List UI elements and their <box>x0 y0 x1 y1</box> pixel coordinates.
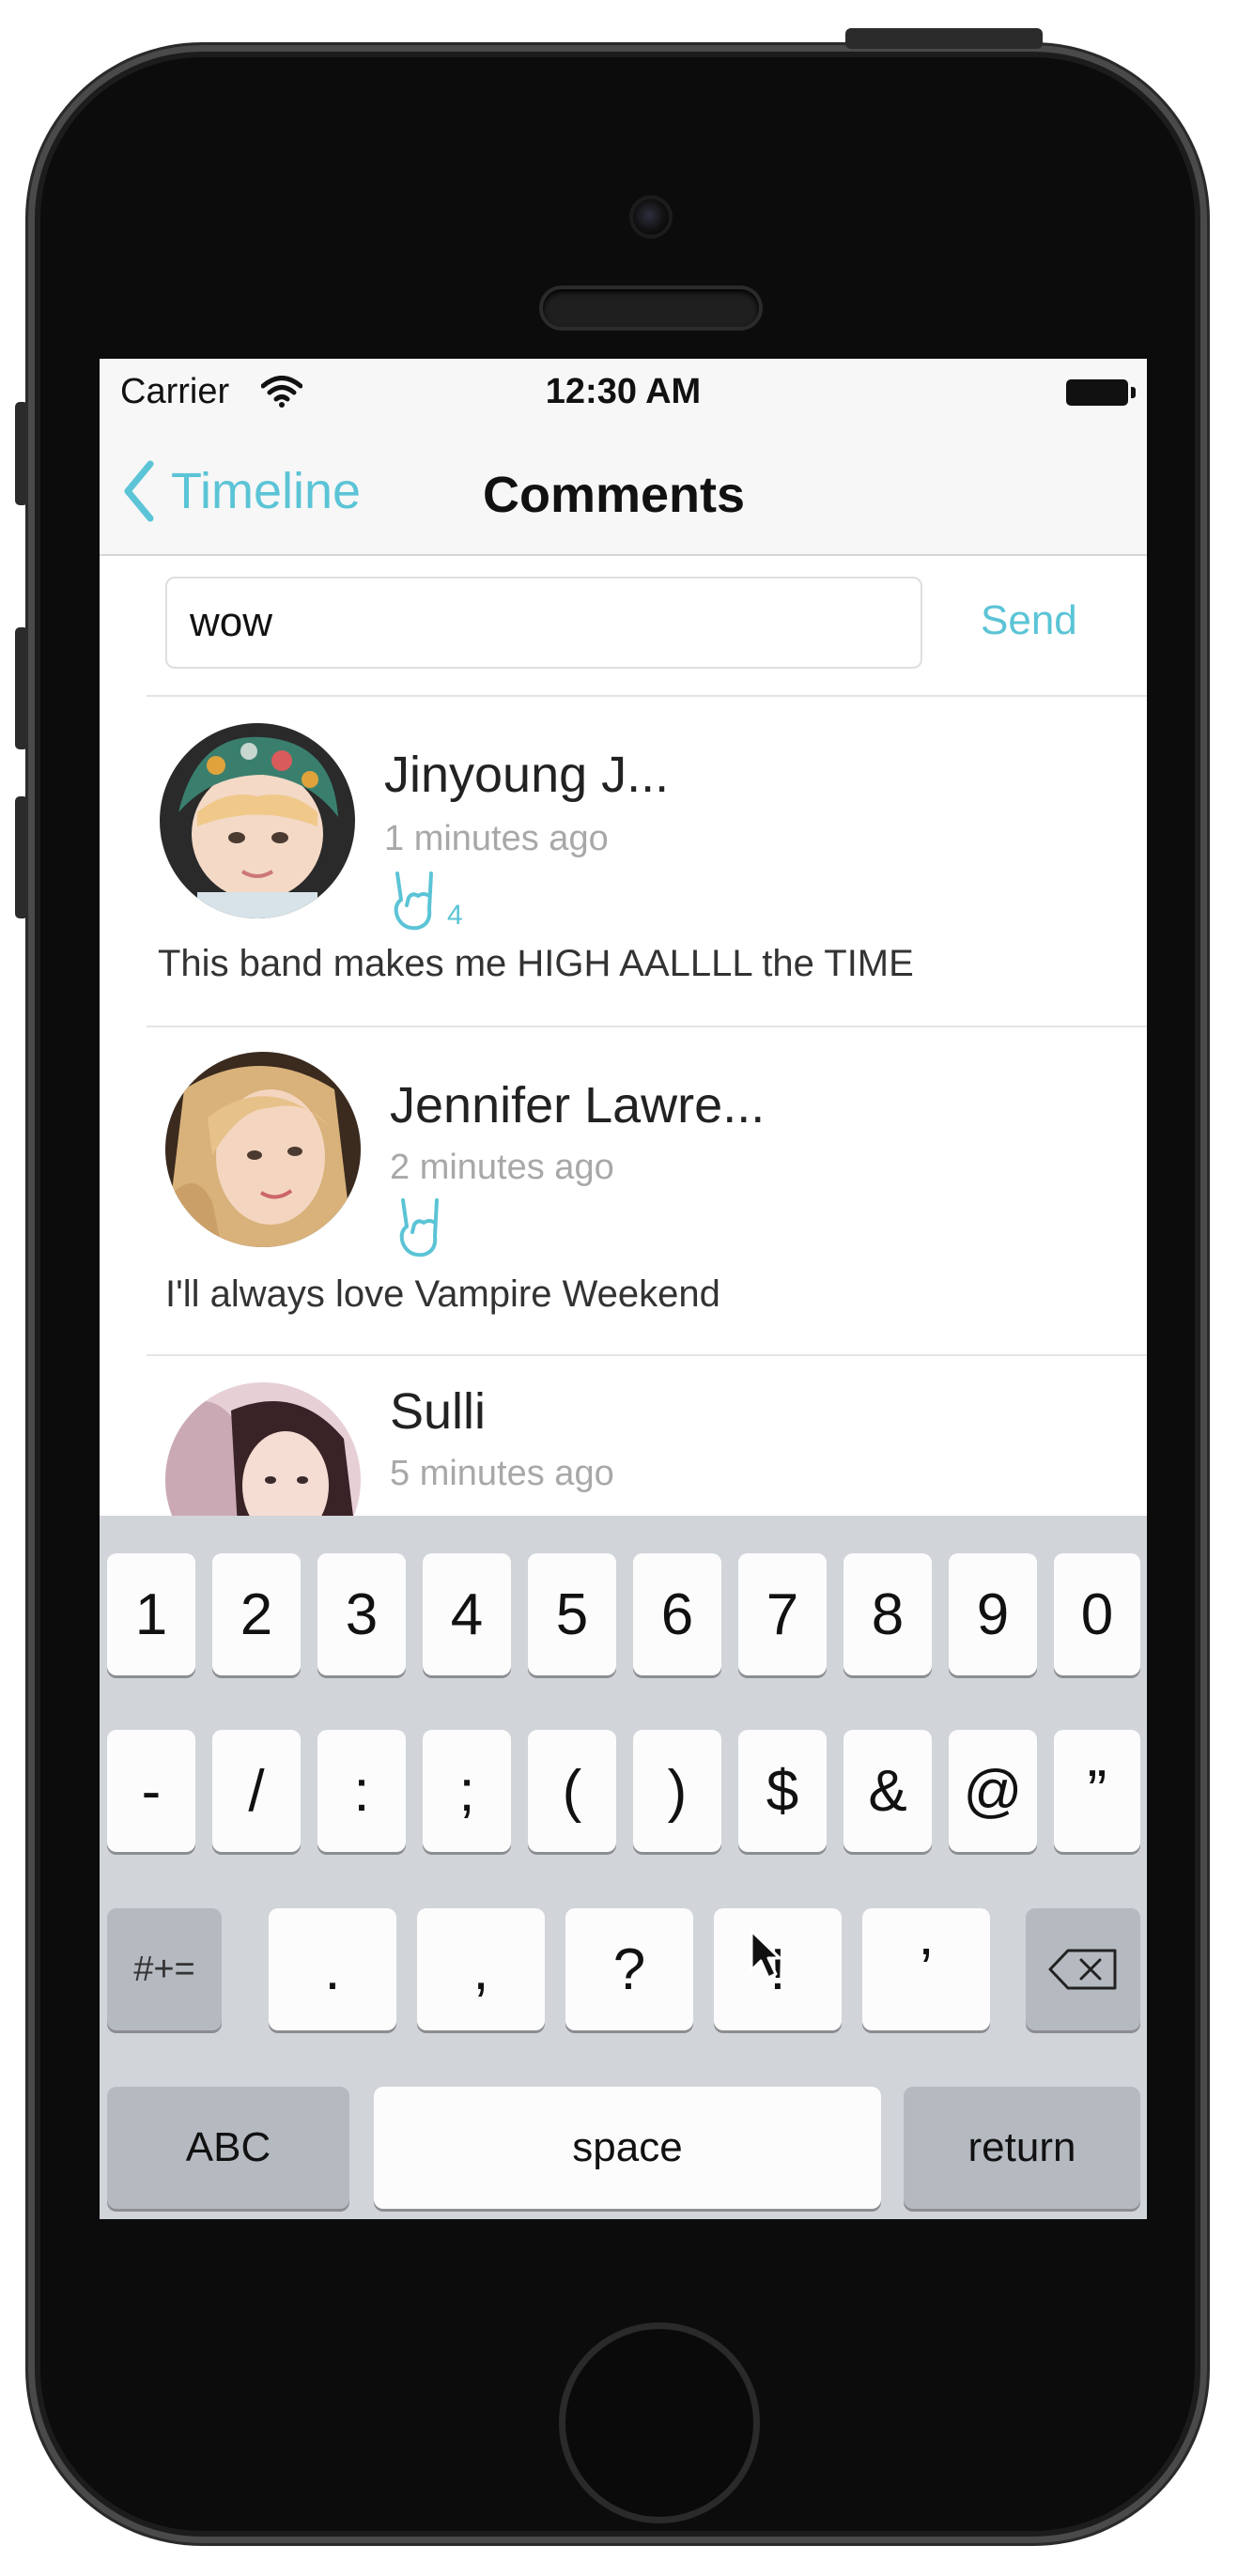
compose-bar: Send <box>100 556 1147 695</box>
key-0[interactable]: 0 <box>1054 1553 1140 1675</box>
key-hyphen[interactable]: - <box>107 1730 195 1852</box>
key-ampersand[interactable]: & <box>843 1730 932 1852</box>
key-label: , <box>472 1936 489 2002</box>
key-7[interactable]: 7 <box>738 1553 827 1675</box>
comment-item[interactable]: Jinyoung J... 1 minutes ago 4 This band … <box>100 697 1147 1026</box>
key-label: ) <box>667 1758 688 1824</box>
key-label: 6 <box>660 1581 694 1647</box>
key-1[interactable]: 1 <box>107 1553 195 1675</box>
comment-timestamp: 2 minutes ago <box>390 1148 614 1187</box>
key-6[interactable]: 6 <box>633 1553 721 1675</box>
rock-count: 4 <box>447 900 463 931</box>
comment-input[interactable] <box>165 577 922 669</box>
key-label: ? <box>612 1936 646 2002</box>
key-quote[interactable]: ” <box>1054 1730 1140 1852</box>
key-2[interactable]: 2 <box>212 1553 301 1675</box>
volume-up-button <box>15 627 28 749</box>
key-label: 2 <box>240 1581 273 1647</box>
key-label: 9 <box>976 1581 1010 1647</box>
key-at[interactable]: @ <box>949 1730 1037 1852</box>
return-key[interactable]: return <box>904 2087 1140 2209</box>
key-label: / <box>248 1758 265 1824</box>
key-label: 1 <box>134 1581 168 1647</box>
comment-text: This band makes me HIGH AALLLL the TIME <box>158 943 914 984</box>
power-button <box>845 28 1043 49</box>
key-label: 8 <box>871 1581 905 1647</box>
key-label: @ <box>963 1758 1023 1824</box>
mouse-pointer-icon <box>750 1929 781 1980</box>
clock: 12:30 AM <box>545 372 702 411</box>
key-label: . <box>324 1936 341 2002</box>
key-9[interactable]: 9 <box>949 1553 1037 1675</box>
keyboard: 1 2 3 4 5 6 7 8 9 0 - / : ; ( ) $ & @ ” … <box>100 1516 1147 2219</box>
key-label: $ <box>766 1758 799 1824</box>
comment-author[interactable]: Sulli <box>390 1382 486 1441</box>
key-label: 4 <box>450 1581 484 1647</box>
mute-switch <box>15 402 28 505</box>
key-label: - <box>141 1758 162 1824</box>
comment-author[interactable]: Jinyoung J... <box>384 746 669 804</box>
key-label: space <box>572 2124 683 2170</box>
key-label: ’ <box>920 1936 933 2002</box>
chevron-left-icon <box>124 460 154 522</box>
key-label: ABC <box>185 2124 271 2170</box>
key-label: ” <box>1087 1758 1107 1824</box>
key-close-paren[interactable]: ) <box>633 1730 721 1852</box>
key-semicolon[interactable]: ; <box>423 1730 511 1852</box>
battery-icon <box>1066 379 1136 406</box>
space-key[interactable]: space <box>374 2087 881 2209</box>
key-apostrophe[interactable]: ’ <box>862 1908 990 2030</box>
back-button[interactable]: Timeline <box>120 456 361 526</box>
status-bar: Carrier 12:30 AM <box>100 359 1147 428</box>
key-label: 5 <box>555 1581 589 1647</box>
comment-timestamp: 5 minutes ago <box>390 1454 614 1493</box>
rock-on-hand-icon[interactable] <box>384 868 441 933</box>
comment-timestamp: 1 minutes ago <box>384 819 609 858</box>
key-label: 0 <box>1080 1581 1114 1647</box>
backspace-icon <box>1048 1949 1117 1990</box>
key-label: 3 <box>345 1581 379 1647</box>
front-camera <box>629 195 673 239</box>
key-3[interactable]: 3 <box>317 1553 406 1675</box>
avatar[interactable] <box>165 1052 361 1247</box>
send-button[interactable]: Send <box>981 597 1077 644</box>
key-slash[interactable]: / <box>212 1730 301 1852</box>
key-label: #+= <box>133 1949 195 1989</box>
symbols-toggle-key[interactable]: #+= <box>107 1908 222 2030</box>
comment-item[interactable]: Jennifer Lawre... 2 minutes ago I'll alw… <box>100 1027 1147 1354</box>
back-label: Timeline <box>171 463 362 519</box>
delete-key[interactable] <box>1026 1908 1140 2030</box>
key-5[interactable]: 5 <box>528 1553 616 1675</box>
key-label: 7 <box>766 1581 799 1647</box>
key-4[interactable]: 4 <box>423 1553 511 1675</box>
rock-on-hand-icon[interactable] <box>390 1195 446 1260</box>
key-label: return <box>967 2124 1076 2170</box>
key-colon[interactable]: : <box>317 1730 406 1852</box>
key-label: ; <box>458 1758 475 1824</box>
page-title: Comments <box>483 467 746 523</box>
key-label: ( <box>562 1758 582 1824</box>
volume-down-button <box>15 796 28 918</box>
avatar[interactable] <box>160 723 355 918</box>
comment-author[interactable]: Jennifer Lawre... <box>390 1076 765 1134</box>
comment-item[interactable]: Sulli 5 minutes ago <box>100 1356 1147 1578</box>
key-question[interactable]: ? <box>565 1908 693 2030</box>
key-period[interactable]: . <box>269 1908 396 2030</box>
key-label: & <box>868 1758 907 1824</box>
key-comma[interactable]: , <box>417 1908 545 2030</box>
comment-text: I'll always love Vampire Weekend <box>165 1273 720 1315</box>
abc-key[interactable]: ABC <box>107 2087 349 2209</box>
key-open-paren[interactable]: ( <box>528 1730 616 1852</box>
key-8[interactable]: 8 <box>843 1553 932 1675</box>
navigation-bar: Timeline Comments <box>100 428 1147 556</box>
earpiece-speaker <box>543 289 759 327</box>
screen: Carrier 12:30 AM Timeline Comments Send <box>100 359 1147 2219</box>
home-button[interactable] <box>559 2322 760 2523</box>
key-dollar[interactable]: $ <box>738 1730 827 1852</box>
key-label: : <box>353 1758 370 1824</box>
